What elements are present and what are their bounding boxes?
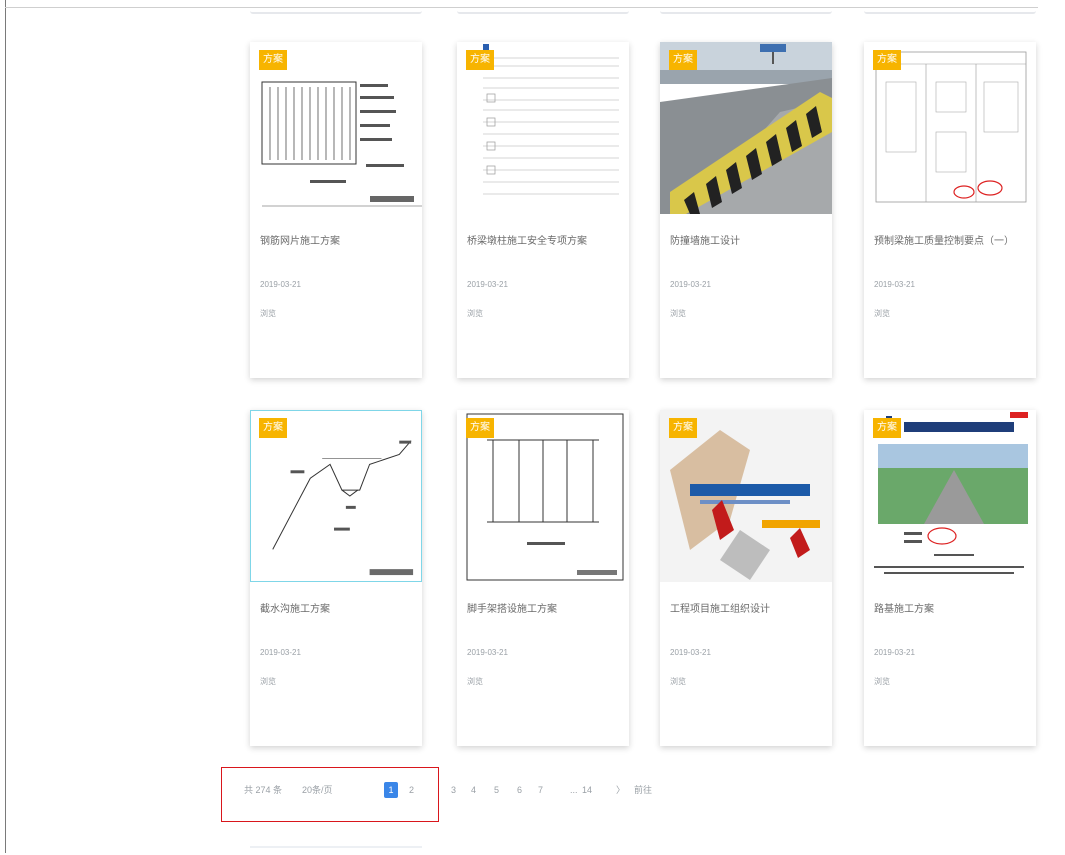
card-partial-top [660, 0, 832, 14]
page-button-1[interactable]: 1 [384, 782, 398, 798]
type-badge: 方案 [873, 418, 901, 438]
card-views: 浏览 [670, 677, 686, 686]
card-title[interactable]: 脚手架搭设施工方案 [467, 600, 622, 615]
document-card[interactable]: 方案 桥梁墩柱施工安全专项方案 2019-03-21 浏览 [457, 42, 629, 378]
page-button-4[interactable]: 4 [471, 782, 476, 798]
card-date: 2019-03-21 [260, 648, 301, 657]
card-partial-top [457, 0, 629, 14]
type-badge: 方案 [259, 50, 287, 70]
card-date: 2019-03-21 [260, 280, 301, 289]
document-card[interactable]: 方案 工程项目施工组织设计 2019-03-21 浏览 [660, 410, 832, 746]
page-button-5[interactable]: 5 [494, 782, 499, 798]
card-date: 2019-03-21 [670, 280, 711, 289]
type-badge: 方案 [466, 418, 494, 438]
type-badge: 方案 [873, 50, 901, 70]
card-partial-bottom [250, 846, 422, 855]
goto-page-label: 前往 [634, 785, 653, 795]
next-page-button[interactable]: 〉 [616, 782, 625, 798]
card-views: 浏览 [874, 309, 890, 318]
card-date: 2019-03-21 [467, 280, 508, 289]
page-button-3[interactable]: 3 [451, 782, 456, 798]
card-title[interactable]: 防撞墙施工设计 [670, 232, 825, 247]
card-partial-top [250, 0, 422, 14]
card-views: 浏览 [670, 309, 686, 318]
document-card[interactable]: 方案 预制梁施工质量控制要点（一） 2019-03-21 浏览 [864, 42, 1036, 378]
card-date: 2019-03-21 [670, 648, 711, 657]
page-button-7[interactable]: 7 [538, 782, 543, 798]
card-views: 浏览 [260, 309, 276, 318]
page-size-select[interactable]: 20条/页 [302, 782, 333, 798]
document-card[interactable]: 方案 截水沟施工方案 2019-03-21 浏览 [250, 410, 422, 746]
document-card[interactable]: 方案 钢筋网片施工方案 2019-03-21 浏览 [250, 42, 422, 378]
card-views: 浏览 [467, 309, 483, 318]
type-badge: 方案 [466, 50, 494, 70]
card-date: 2019-03-21 [874, 648, 915, 657]
card-date: 2019-03-21 [874, 280, 915, 289]
document-card[interactable]: 方案 防撞墙施工设计 2019-03-21 浏览 [660, 42, 832, 378]
card-date: 2019-03-21 [467, 648, 508, 657]
pagination-ellipsis[interactable]: ... [570, 782, 578, 798]
card-views: 浏览 [260, 677, 276, 686]
document-card[interactable]: 方案 脚手架搭设施工方案 2019-03-21 浏览 [457, 410, 629, 746]
card-views: 浏览 [874, 677, 890, 686]
page-button-2[interactable]: 2 [409, 782, 414, 798]
card-title[interactable]: 截水沟施工方案 [260, 600, 415, 615]
page-button-last[interactable]: 14 [582, 782, 592, 798]
type-badge: 方案 [259, 418, 287, 438]
card-title[interactable]: 路基施工方案 [874, 600, 1029, 615]
type-badge: 方案 [669, 50, 697, 70]
window-left-border [5, 0, 6, 853]
card-title[interactable]: 桥梁墩柱施工安全专项方案 [467, 232, 622, 247]
document-card[interactable]: 方案 路基施工方案 2019-03-21 浏览 [864, 410, 1036, 746]
page-button-6[interactable]: 6 [517, 782, 522, 798]
card-views: 浏览 [467, 677, 483, 686]
card-title[interactable]: 钢筋网片施工方案 [260, 232, 415, 247]
card-title[interactable]: 工程项目施工组织设计 [670, 600, 825, 615]
pagination-total: 共 274 条 [244, 785, 283, 795]
type-badge: 方案 [669, 418, 697, 438]
card-partial-top [864, 0, 1036, 14]
card-title[interactable]: 预制梁施工质量控制要点（一） [874, 232, 1029, 247]
